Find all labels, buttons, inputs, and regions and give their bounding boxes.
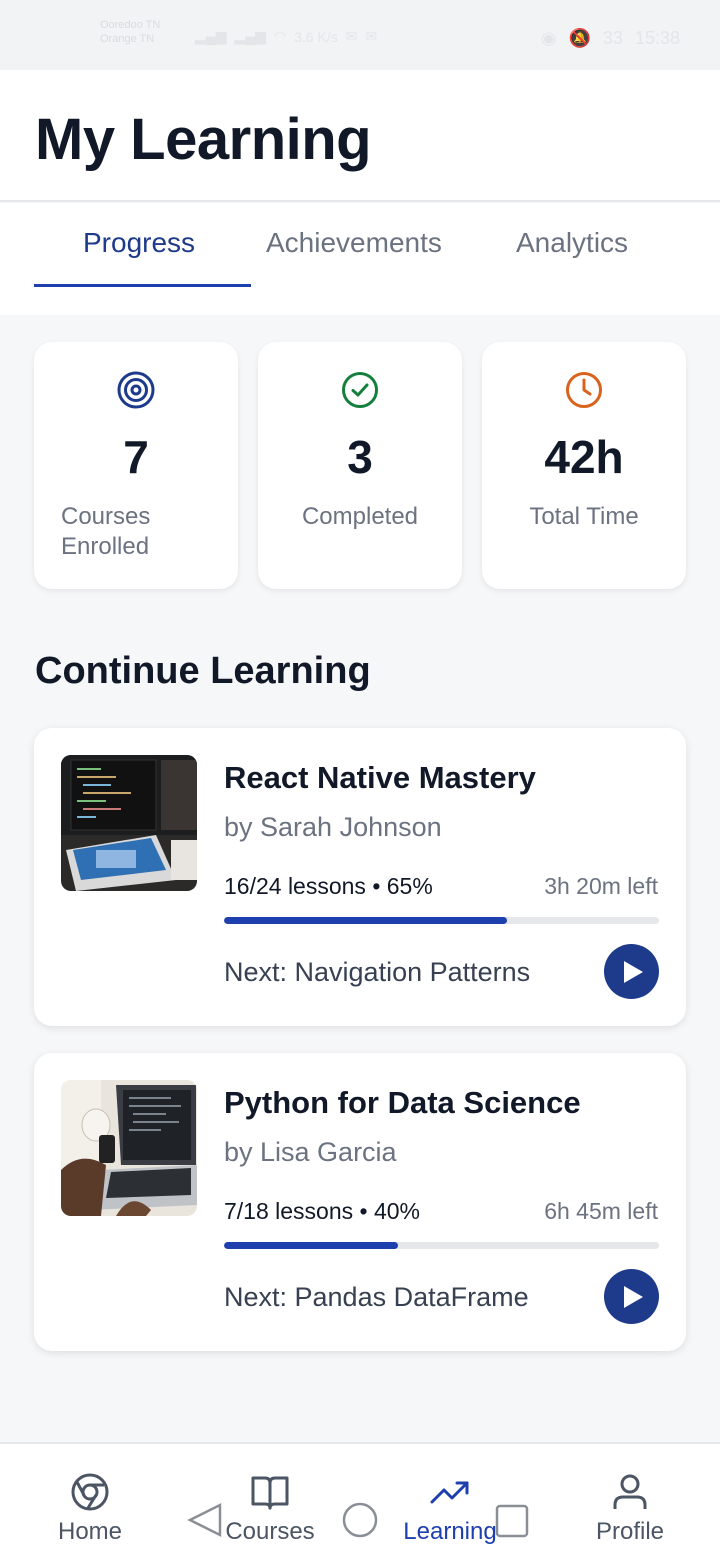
course-title: Python for Data Science — [224, 1085, 581, 1120]
mail-icon: ✉ — [345, 28, 358, 44]
course-card-python-data-science[interactable]: Python for Data Science by Lisa Garcia 7… — [34, 1053, 686, 1351]
check-circle-icon — [342, 372, 378, 408]
mail-icon-2: ✉ — [365, 28, 378, 44]
status-icons-right: ◉ 🔕 33 15:38 — [541, 28, 680, 49]
signal-icon: ▂▄▆ — [195, 28, 227, 44]
course-lessons: 16/24 lessons • 65% — [224, 873, 433, 899]
nav-learning[interactable]: Learning — [360, 1444, 540, 1560]
nav-label: Profile — [595, 1518, 665, 1545]
status-bar: Ooredoo TN Orange TN ▂▄▆ ▂▄▆ ◠ 3.6 K/s ✉… — [0, 0, 720, 70]
clock-icon — [566, 372, 602, 408]
stat-card-total-time: 42h Total Time — [482, 342, 686, 589]
progress-track — [224, 917, 659, 924]
progress-fill — [224, 1242, 398, 1249]
nav-courses[interactable]: Courses — [180, 1444, 360, 1560]
course-author: by Sarah Johnson — [224, 812, 442, 842]
progress-fill — [224, 917, 507, 924]
play-icon — [624, 1286, 643, 1308]
course-thumbnail — [61, 755, 197, 891]
progress-track — [224, 1242, 659, 1249]
course-card-react-native[interactable]: React Native Mastery by Sarah Johnson 16… — [34, 728, 686, 1026]
nav-home[interactable]: Home — [0, 1444, 180, 1560]
next-lesson: Next: Navigation Patterns — [224, 957, 531, 987]
tab-progress[interactable]: Progress — [83, 227, 195, 259]
play-button[interactable] — [604, 1269, 659, 1324]
stat-card-completed: 3 Completed — [258, 342, 462, 589]
clock-time: 15:38 — [634, 28, 680, 48]
tab-achievements[interactable]: Achievements — [266, 227, 442, 259]
stat-label: Total Time — [529, 503, 639, 530]
status-icons-left: ▂▄▆ ▂▄▆ ◠ 3.6 K/s ✉ ✉ — [195, 28, 377, 45]
carrier-2: Orange TN — [100, 33, 155, 45]
course-time-left: 3h 20m left — [544, 873, 658, 899]
carrier-info: Ooredoo TN Orange TN — [100, 18, 160, 46]
bottom-navigation: Home Courses Learning Profile — [0, 1442, 720, 1560]
stat-value: 42h — [544, 431, 624, 483]
stat-value: 3 — [347, 431, 373, 483]
app-header: My Learning — [0, 70, 720, 202]
user-icon — [613, 1474, 647, 1509]
section-title: Continue Learning — [35, 650, 371, 692]
course-lessons: 7/18 lessons • 40% — [224, 1198, 421, 1224]
course-time-left: 6h 45m left — [544, 1198, 658, 1224]
tab-analytics[interactable]: Analytics — [516, 227, 628, 259]
mute-icon: 🔕 — [568, 28, 591, 48]
stat-label: Courses Enrolled — [61, 503, 151, 560]
home-icon — [71, 1473, 109, 1511]
tab-indicator — [34, 284, 251, 287]
carrier-1: Ooredoo TN — [100, 19, 161, 31]
nav-label: Home — [57, 1518, 123, 1545]
course-thumbnail — [61, 1080, 197, 1216]
nav-profile[interactable]: Profile — [540, 1444, 720, 1560]
nav-label: Learning — [403, 1518, 497, 1545]
stat-value: 7 — [123, 431, 149, 483]
play-button[interactable] — [604, 944, 659, 999]
trending-up-icon — [430, 1481, 469, 1504]
tab-bar: Progress Achievements Analytics — [0, 203, 720, 315]
next-lesson: Next: Pandas DataFrame — [224, 1282, 529, 1312]
course-author: by Lisa Garcia — [224, 1137, 397, 1167]
net-speed: 3.6 K/s — [294, 28, 338, 45]
wifi-icon: ◠ — [273, 28, 287, 44]
book-icon — [251, 1476, 289, 1510]
play-icon — [624, 961, 643, 983]
stat-label: Completed — [301, 503, 419, 530]
course-title: React Native Mastery — [224, 760, 536, 795]
stat-card-enrolled: 7 Courses Enrolled — [34, 342, 238, 589]
signal-icon-2: ▂▄▆ — [234, 28, 266, 44]
eye-icon: ◉ — [540, 28, 557, 48]
page-title: My Learning — [35, 107, 372, 172]
target-icon — [117, 371, 155, 409]
nav-label: Courses — [225, 1518, 315, 1545]
battery-level: 33 — [602, 28, 623, 48]
